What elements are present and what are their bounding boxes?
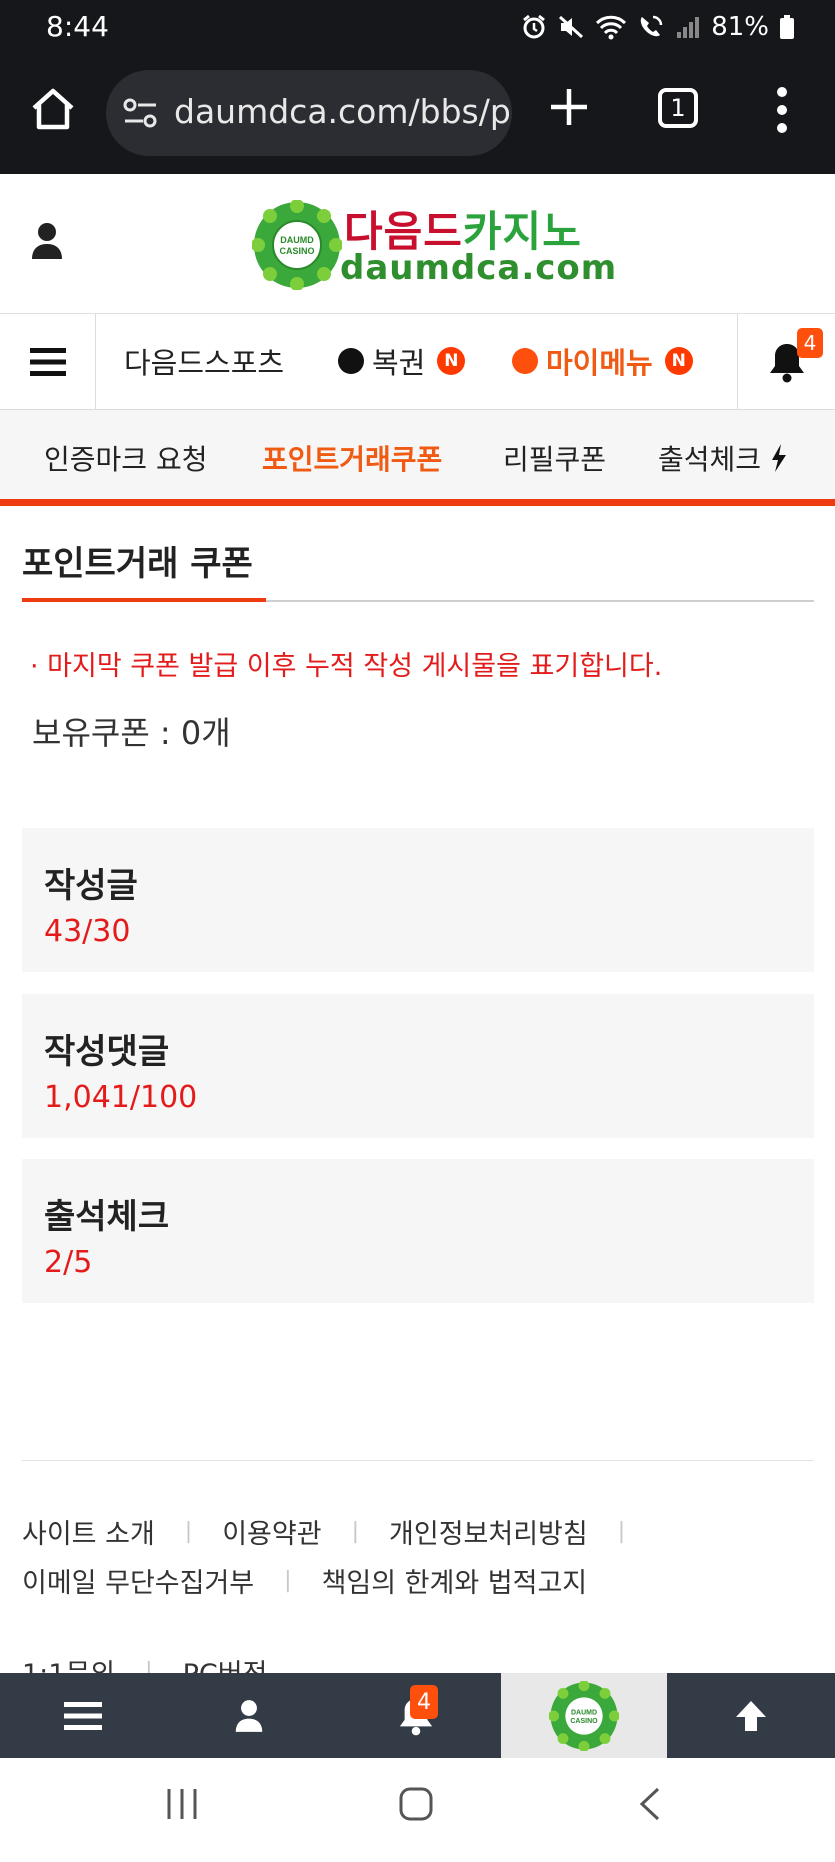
notice-text: · 마지막 쿠폰 발급 이후 누적 작성 게시물을 표기합니다. — [30, 651, 663, 682]
sub-nav-item-refill-coupon[interactable]: 리필쿠폰 — [503, 438, 606, 478]
stat-label: 작성댓글 — [44, 1032, 170, 1072]
footer-separator: | — [184, 1519, 193, 1544]
new-tab-icon[interactable] — [548, 86, 590, 128]
casino-badge-icon: DAUMD CASINO — [252, 200, 342, 290]
app-bar-user-button[interactable] — [166, 1673, 332, 1758]
dot-icon — [512, 348, 538, 374]
status-icons: 81% — [521, 12, 795, 42]
mute-icon — [559, 15, 584, 39]
system-nav-bar — [0, 1758, 835, 1862]
footer-separator: | — [284, 1568, 292, 1593]
home-circle-icon[interactable] — [398, 1786, 434, 1822]
footer-link-privacy[interactable]: 개인정보처리방침 — [389, 1512, 588, 1551]
user-icon — [235, 1699, 263, 1732]
tab-count: 1 — [670, 94, 686, 122]
stat-value: 1,041/100 — [44, 1080, 198, 1115]
casino-badge-icon: DAUMD CASINO — [549, 1680, 619, 1751]
site-header: DAUMD CASINO 다음드카지노 daumdca.com — [0, 174, 835, 314]
svg-text:DAUMD: DAUMD — [280, 235, 314, 245]
dot-icon — [338, 348, 364, 374]
footer-separator: | — [351, 1519, 360, 1544]
user-icon[interactable] — [30, 222, 64, 260]
stat-card-posts: 작성글 43/30 — [22, 828, 814, 972]
footer-link-email-refusal[interactable]: 이메일 무단수집거부 — [22, 1561, 254, 1600]
battery-percent: 81% — [711, 12, 769, 42]
status-time: 8:44 — [46, 10, 109, 43]
svg-text:DAUMD: DAUMD — [571, 1709, 597, 1716]
bottom-app-bar: 4 DAUMD CASINO — [0, 1673, 835, 1758]
hamburger-icon — [29, 348, 66, 376]
svg-text:CASINO: CASINO — [279, 246, 314, 256]
footer-links-row: 이메일 무단수집거부 | 책임의 한계와 법적고지 — [22, 1561, 587, 1600]
more-options-icon[interactable] — [776, 86, 788, 134]
hamburger-icon — [64, 1701, 102, 1730]
back-icon[interactable] — [636, 1786, 664, 1822]
nav-item-sports[interactable]: 다음드스포츠 — [124, 340, 284, 382]
signal-icon — [677, 17, 700, 38]
wifi-call-icon — [641, 15, 663, 37]
address-bar[interactable]: daumdca.com/bbs/p — [106, 70, 512, 156]
sub-nav: 인증마크 요청 포인트거래쿠폰 리필쿠폰 출석체크 — [0, 410, 835, 506]
app-bar-home-logo-button[interactable]: DAUMD CASINO — [501, 1673, 667, 1758]
page-title: 포인트거래 쿠폰 — [22, 544, 253, 584]
app-bar-menu-button[interactable] — [0, 1673, 166, 1758]
footer-separator: | — [617, 1519, 626, 1544]
new-badge: N — [664, 347, 693, 375]
coupons-held: 보유쿠폰 : 0개 — [32, 714, 231, 752]
browser-toolbar: daumdca.com/bbs/p 1 — [0, 56, 835, 174]
svg-text:CASINO: CASINO — [570, 1718, 598, 1725]
recent-apps-icon[interactable] — [164, 1786, 200, 1822]
footer-divider — [22, 1460, 814, 1461]
sub-nav-item-cert-request[interactable]: 인증마크 요청 — [44, 438, 207, 478]
sub-nav-item-attendance[interactable]: 출석체크 — [658, 438, 788, 478]
title-underline-accent — [22, 598, 266, 602]
status-bar: 8:44 81% — [0, 0, 835, 56]
nav-item-lottery[interactable]: 복권 N — [338, 340, 466, 382]
footer-link-terms[interactable]: 이용약관 — [222, 1512, 321, 1551]
site-settings-icon[interactable] — [122, 97, 160, 129]
arrow-up-icon — [736, 1700, 766, 1731]
footer-link-legal-notice[interactable]: 책임의 한계와 법적고지 — [322, 1561, 588, 1600]
notifications-button[interactable]: 4 — [737, 314, 835, 410]
notification-count-badge: 4 — [410, 1685, 438, 1719]
alarm-icon — [523, 14, 546, 39]
home-icon[interactable] — [28, 84, 78, 134]
lightning-icon — [771, 444, 786, 472]
hamburger-menu-button[interactable] — [0, 314, 96, 410]
app-bar-scroll-top-button[interactable] — [668, 1673, 834, 1758]
stat-card-comments: 작성댓글 1,041/100 — [22, 994, 814, 1138]
nav-item-label: 복권 — [372, 346, 426, 380]
stat-value: 43/30 — [44, 914, 131, 949]
stat-card-attendance: 출석체크 2/5 — [22, 1159, 814, 1303]
nav-item-label: 마이메뉴 — [546, 346, 653, 380]
url-text: daumdca.com/bbs/p — [174, 92, 511, 131]
notification-count-badge: 4 — [797, 328, 823, 358]
nav-item-mymenu[interactable]: 마이메뉴 N — [512, 340, 693, 382]
sub-nav-item-point-coupon[interactable]: 포인트거래쿠폰 — [262, 438, 442, 478]
stat-label: 작성글 — [44, 866, 138, 906]
stat-value: 2/5 — [44, 1245, 93, 1280]
wifi-icon — [596, 15, 627, 40]
footer-link-about[interactable]: 사이트 소개 — [22, 1512, 155, 1551]
nav-item-label: 다음드스포츠 — [124, 346, 285, 380]
stat-label: 출석체크 — [44, 1197, 170, 1237]
main-nav: 다음드스포츠 복권 N 마이메뉴 N 4 — [0, 314, 835, 410]
tab-switcher-button[interactable]: 1 — [658, 88, 698, 128]
site-logo[interactable]: DAUMD CASINO 다음드카지노 daumdca.com — [252, 198, 616, 294]
logo-domain: daumdca.com — [340, 248, 618, 288]
battery-icon — [780, 15, 794, 39]
sub-nav-item-label: 출석체크 — [658, 443, 762, 476]
footer-links-row: 사이트 소개 | 이용약관 | 개인정보처리방침 | — [22, 1512, 655, 1551]
new-badge: N — [437, 347, 466, 375]
